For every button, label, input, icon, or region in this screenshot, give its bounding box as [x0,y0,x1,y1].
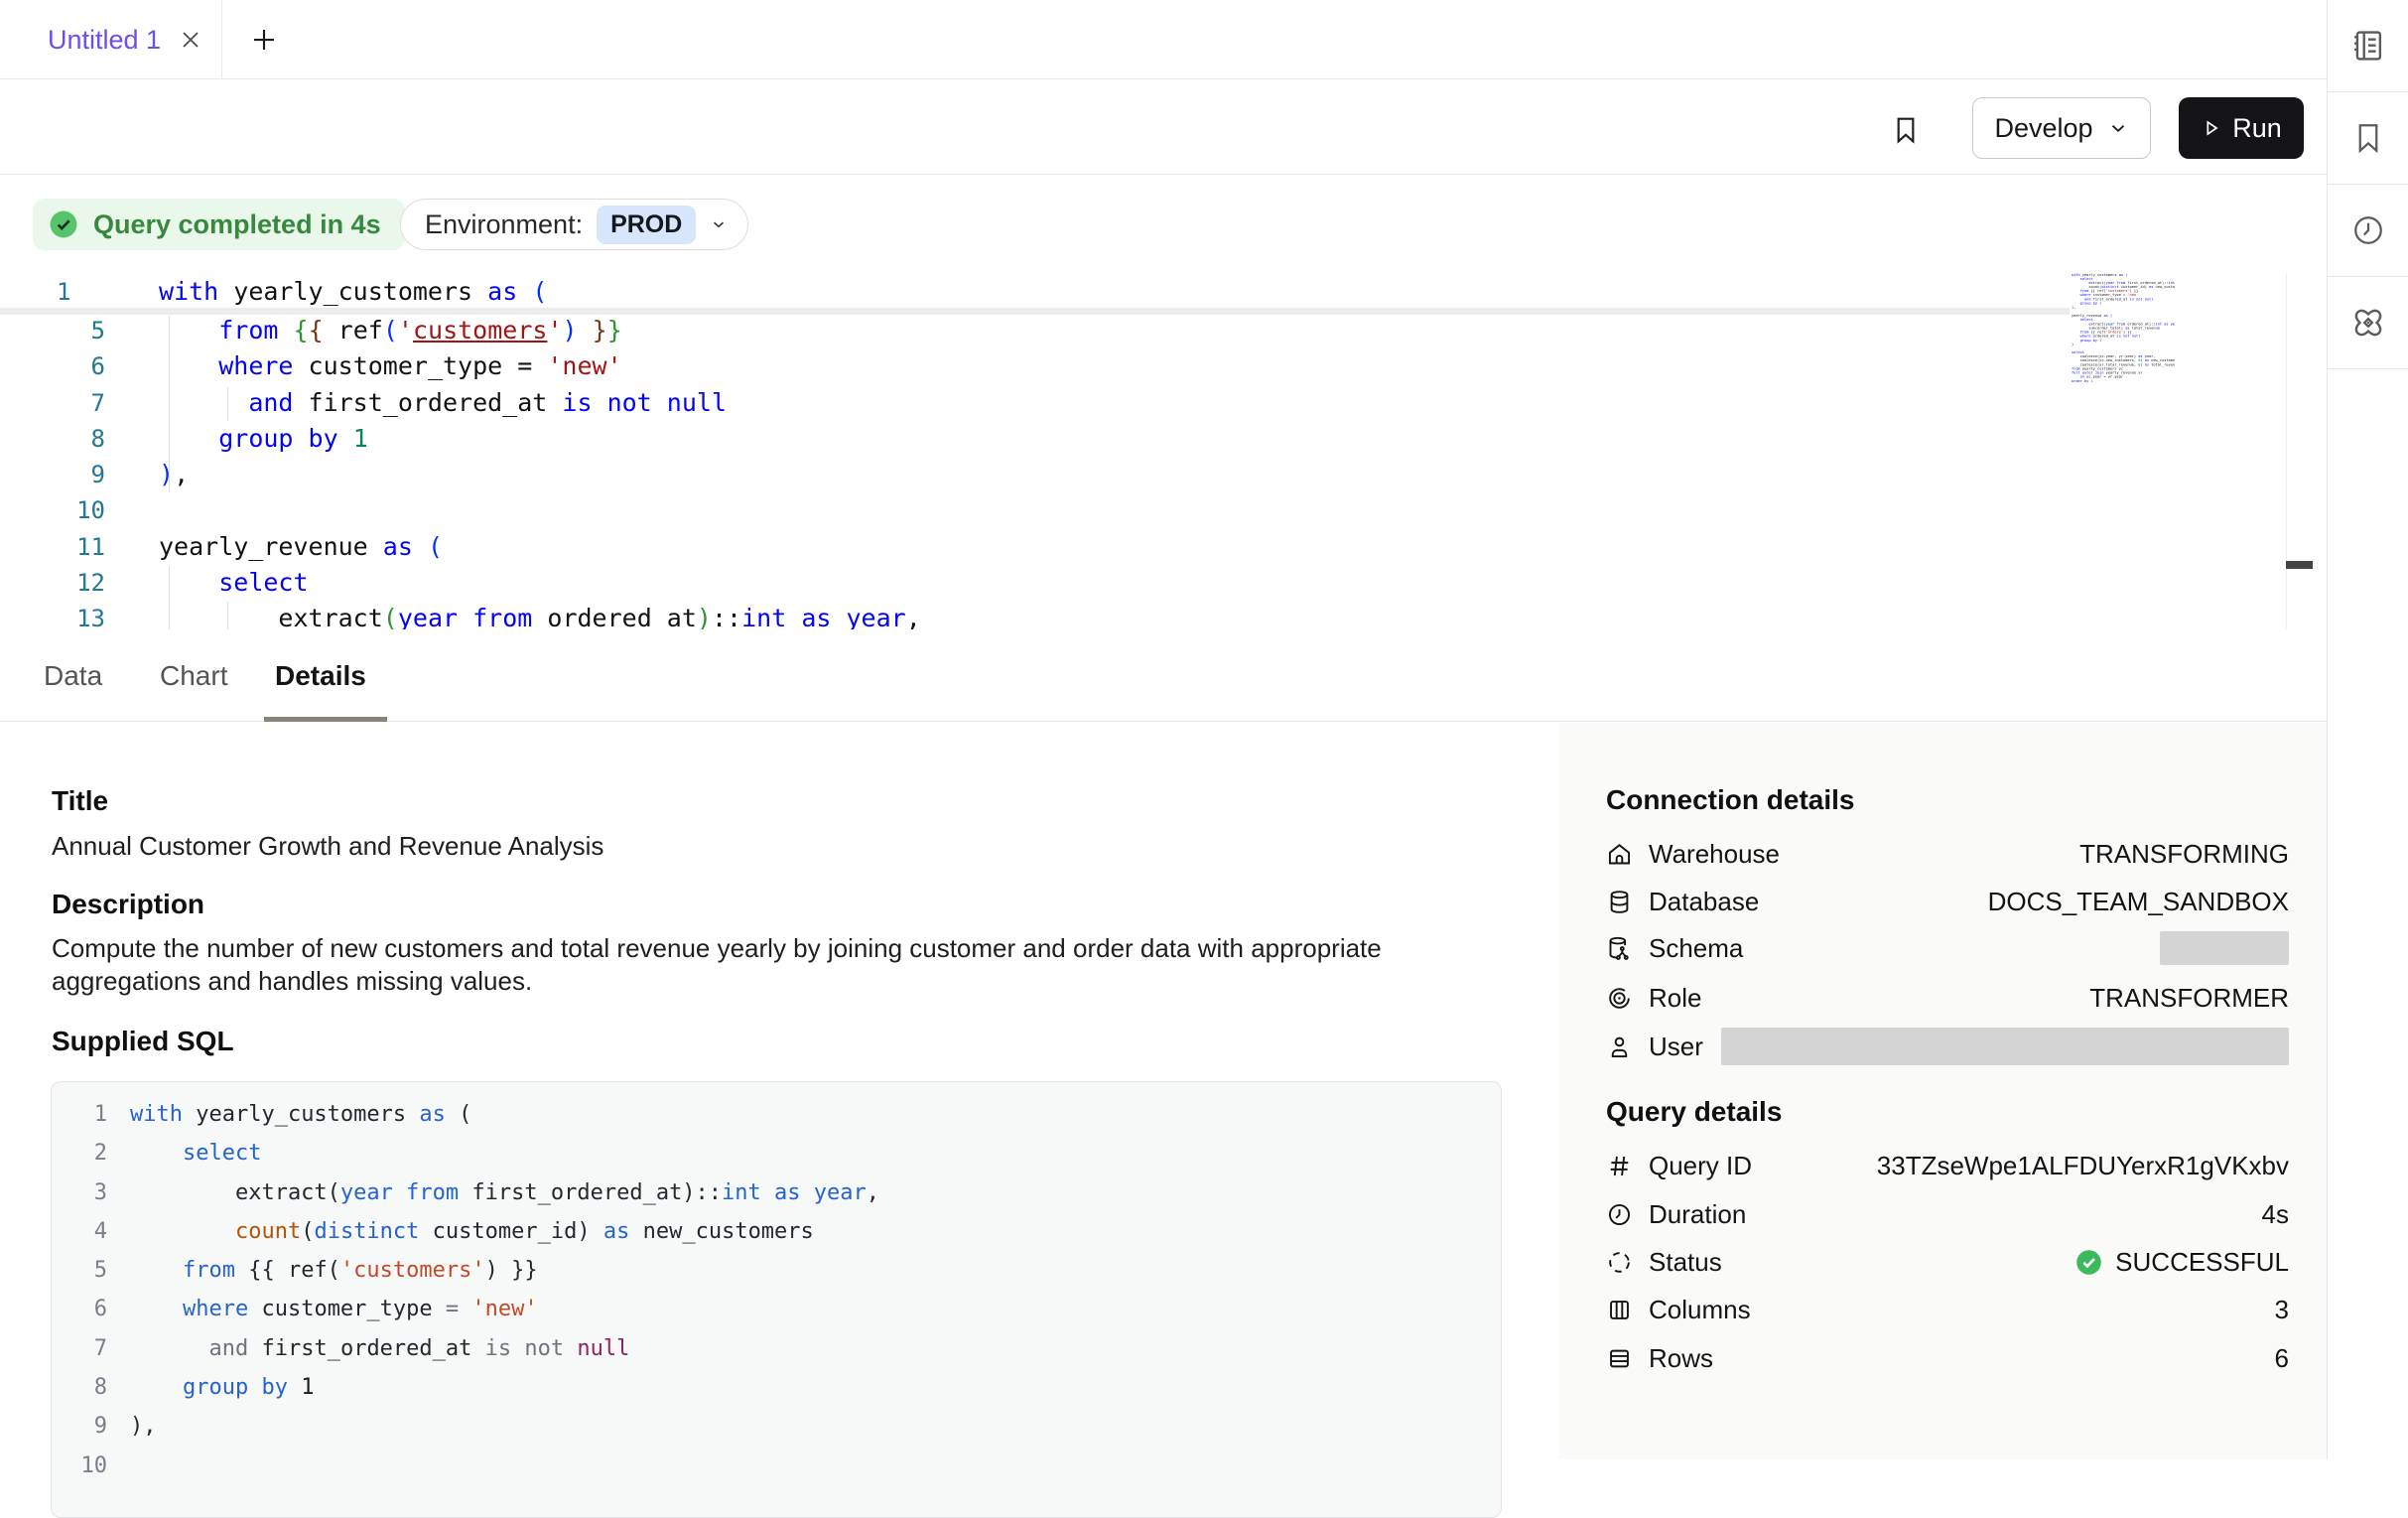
status-text: SUCCESSFUL [2115,1247,2289,1278]
rows-icon [1606,1345,1633,1372]
scrollbar-track-border [2286,273,2287,629]
query-row-columns: Columns 3 [1606,1290,2289,1329]
play-icon [2201,116,2222,140]
environment-value-chip: PROD [597,206,696,244]
tab-divider [221,0,222,79]
spinner-icon [1606,1249,1633,1276]
tab-details[interactable]: Details [275,629,366,722]
active-tab-underline [264,717,387,722]
query-row-id: Query ID 33TZseWpe1ALFDUYerxR1gVKxbv [1606,1146,2289,1185]
bookmarks-panel-button[interactable] [2328,92,2408,185]
compass-x-icon [2349,304,2387,342]
row-label: Warehouse [1649,839,1780,870]
row-value: TRANSFORMING [2079,839,2289,870]
row-label: Duration [1649,1199,1746,1230]
scrollbar-thumb[interactable] [2286,561,2313,569]
row-label: User [1649,1032,1703,1062]
check-circle-icon [47,207,80,241]
connection-details-heading: Connection details [1606,784,1854,816]
query-row-duration: Duration 4s [1606,1194,2289,1234]
row-label: Schema [1649,933,1743,964]
develop-button[interactable]: Develop [1972,97,2151,159]
chevron-down-icon [710,215,728,233]
notebook-icon [2349,27,2387,65]
row-value: TRANSFORMER [2089,983,2289,1014]
database-icon [1606,889,1633,915]
supplied-sql-heading: Supplied SQL [52,1026,234,1057]
run-button[interactable]: Run [2179,97,2304,159]
row-label: Role [1649,983,1701,1014]
schema-value-redacted [2160,931,2289,965]
notebook-panel-button[interactable] [2328,0,2408,92]
document-tab-title: Untitled 1 [48,25,161,56]
columns-icon [1606,1297,1633,1323]
success-check-icon [2074,1247,2104,1278]
row-label: Rows [1649,1343,1713,1374]
query-row-rows: Rows 6 [1606,1338,2289,1378]
tab-data[interactable]: Data [44,629,102,722]
clock-icon [1606,1201,1633,1228]
close-tab-icon[interactable] [179,28,202,52]
explore-panel-button[interactable] [2328,277,2408,369]
document-tab-bar: Untitled 1 [0,0,2327,79]
schema-icon [1606,935,1633,962]
document-tab[interactable]: Untitled 1 [48,0,202,79]
bookmark-icon [1890,113,1922,147]
connection-row-schema: Schema [1606,928,2289,968]
query-status-badge: Query completed in 4s [33,199,405,250]
connection-row-database: Database DOCS_TEAM_SANDBOX [1606,882,2289,921]
description-value: Compute the number of new customers and … [52,932,1441,998]
row-value: 4s [2262,1199,2289,1230]
connection-row-role: Role TRANSFORMER [1606,978,2289,1018]
row-label: Database [1649,887,1759,917]
connection-row-warehouse: Warehouse TRANSFORMING [1606,834,2289,874]
run-button-label: Run [2232,113,2282,144]
bookmark-button[interactable] [1882,106,1930,154]
new-tab-button[interactable] [241,0,287,79]
bookmark-icon [2350,120,2386,156]
row-label: Query ID [1649,1151,1752,1181]
editor-code-lines: 5 from {{ ref('customers') }}6 where cus… [0,313,2283,637]
develop-button-label: Develop [1994,113,2092,144]
hash-icon [1606,1153,1633,1179]
plus-icon [249,25,279,55]
description-heading: Description [52,889,204,920]
query-row-status: Status SUCCESSFUL [1606,1242,2289,1282]
editor-sticky-line: 1with yearly_customers as ( [0,274,2070,310]
status-value: SUCCESSFUL [2074,1247,2289,1278]
role-icon [1606,985,1633,1012]
user-icon [1606,1034,1633,1060]
row-label: Status [1649,1247,1722,1278]
connection-row-user: User [1606,1027,2289,1066]
title-value: Annual Customer Growth and Revenue Analy… [52,830,603,863]
editor-minimap[interactable]: with yearly_customers as ( select extrac… [2072,273,2175,390]
environment-label: Environment: [425,209,583,240]
sql-editor[interactable]: 1with yearly_customers as ( 5 from {{ re… [0,250,2327,629]
results-tab-bar: Data Chart Details [0,629,2327,722]
right-icon-sidebar [2327,0,2408,1459]
supplied-sql-code-block: 1with yearly_customers as (2 select3 ext… [51,1081,1502,1518]
row-value: 33TZseWpe1ALFDUYerxR1gVKxbv [1877,1151,2289,1181]
row-value: DOCS_TEAM_SANDBOX [1988,887,2289,917]
row-label: Columns [1649,1295,1751,1325]
user-value-redacted [1721,1028,2289,1065]
clock-icon [2350,212,2386,248]
tab-chart[interactable]: Chart [160,629,227,722]
chevron-down-icon [2107,117,2129,139]
query-details-heading: Query details [1606,1096,1782,1128]
history-panel-button[interactable] [2328,185,2408,277]
query-status-text: Query completed in 4s [93,209,381,240]
warehouse-icon [1606,841,1633,868]
environment-selector[interactable]: Environment: PROD [400,199,748,250]
row-value: 3 [2275,1295,2289,1325]
row-value: 6 [2275,1343,2289,1374]
title-heading: Title [52,785,108,817]
